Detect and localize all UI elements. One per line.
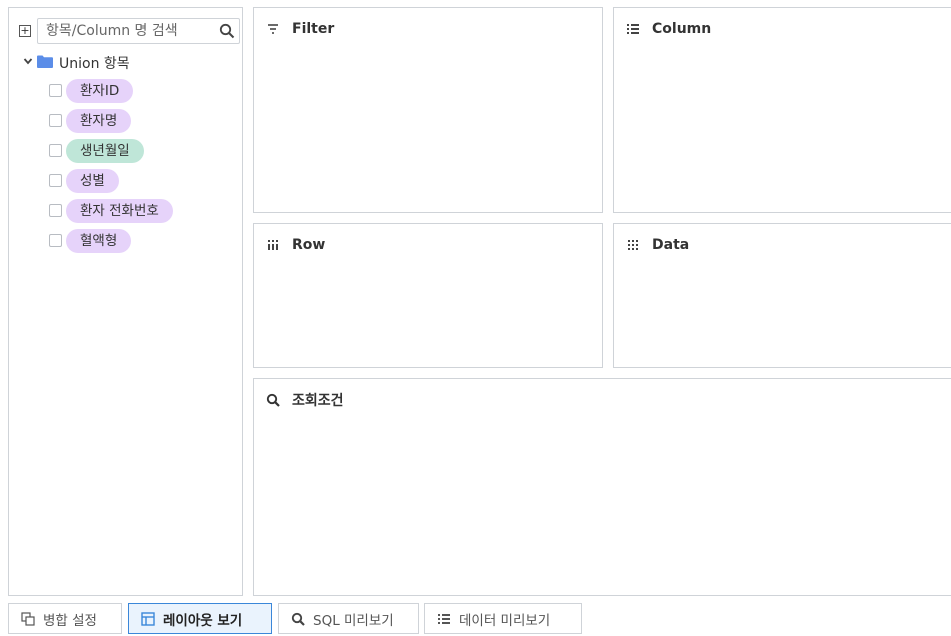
field-chip[interactable]: 생년월일	[66, 139, 144, 163]
field-tree-panel: + Union 항목 환자ID 환자명 생년월일 성별 환자	[8, 7, 243, 596]
field-checkbox[interactable]	[49, 234, 62, 247]
row-zone-label: Row	[292, 237, 326, 253]
field-checkbox[interactable]	[49, 174, 62, 187]
field-checkbox[interactable]	[49, 84, 62, 97]
column-zone[interactable]: Column	[613, 7, 951, 213]
tab-merge-settings[interactable]: 병합 설정	[8, 603, 122, 634]
tab-sql-preview[interactable]: SQL 미리보기	[278, 603, 419, 634]
field-checkbox[interactable]	[49, 204, 62, 217]
condition-zone[interactable]: 조회조건	[253, 378, 951, 596]
tab-data-preview[interactable]: 데이터 미리보기	[424, 603, 582, 634]
folder-icon	[37, 55, 53, 68]
row-icon	[268, 240, 278, 250]
column-zone-title: Column	[626, 20, 711, 38]
expand-all-icon[interactable]: +	[19, 25, 31, 37]
filter-icon	[268, 24, 278, 34]
column-icon	[627, 24, 639, 34]
field-item[interactable]: 환자명	[49, 109, 244, 133]
tab-layout-view[interactable]: 레이아웃 보기	[128, 603, 272, 634]
column-zone-label: Column	[652, 21, 712, 37]
tab-label: 레이아웃 보기	[163, 612, 243, 629]
field-chip[interactable]: 환자 전화번호	[66, 199, 173, 223]
search-icon	[291, 612, 305, 626]
tree-root-union[interactable]: Union 항목	[23, 52, 223, 72]
layout-icon	[141, 611, 155, 626]
field-item[interactable]: 성별	[49, 169, 244, 193]
field-item[interactable]: 환자ID	[49, 79, 244, 103]
field-chip[interactable]: 혈액형	[66, 229, 132, 253]
field-item[interactable]: 생년월일	[49, 139, 244, 163]
filter-zone[interactable]: Filter	[253, 7, 603, 213]
tab-label: 데이터 미리보기	[459, 612, 551, 629]
chevron-down-icon[interactable]	[23, 56, 33, 66]
data-zone-label: Data	[652, 237, 690, 253]
tab-label: 병합 설정	[43, 612, 97, 629]
field-checkbox[interactable]	[49, 114, 62, 127]
tree-root-label: Union 항목	[59, 56, 130, 72]
filter-zone-label: Filter	[292, 21, 335, 37]
filter-zone-title: Filter	[266, 20, 334, 38]
data-zone[interactable]: Data	[613, 223, 951, 368]
condition-zone-label: 조회조건	[292, 393, 344, 409]
search-input[interactable]	[38, 19, 222, 43]
field-checkbox[interactable]	[49, 144, 62, 157]
merge-icon	[21, 611, 35, 626]
field-chip[interactable]: 환자ID	[66, 79, 134, 103]
search-icon	[266, 393, 280, 407]
tab-label: SQL 미리보기	[313, 612, 394, 629]
field-chip[interactable]: 성별	[66, 169, 119, 193]
field-item[interactable]: 환자 전화번호	[49, 199, 244, 223]
search-icon[interactable]	[219, 23, 235, 39]
row-zone-title: Row	[266, 236, 325, 254]
field-chip[interactable]: 환자명	[66, 109, 132, 133]
list-icon	[438, 613, 450, 624]
condition-zone-title: 조회조건	[266, 391, 344, 409]
search-box	[37, 18, 240, 44]
data-zone-title: Data	[626, 236, 689, 254]
data-icon	[628, 240, 638, 250]
search-row: +	[19, 18, 240, 44]
row-zone[interactable]: Row	[253, 223, 603, 368]
field-item[interactable]: 혈액형	[49, 229, 244, 253]
bottom-tab-bar: 병합 설정 레이아웃 보기 SQL 미리보기 데이터 미리보기	[8, 603, 951, 634]
